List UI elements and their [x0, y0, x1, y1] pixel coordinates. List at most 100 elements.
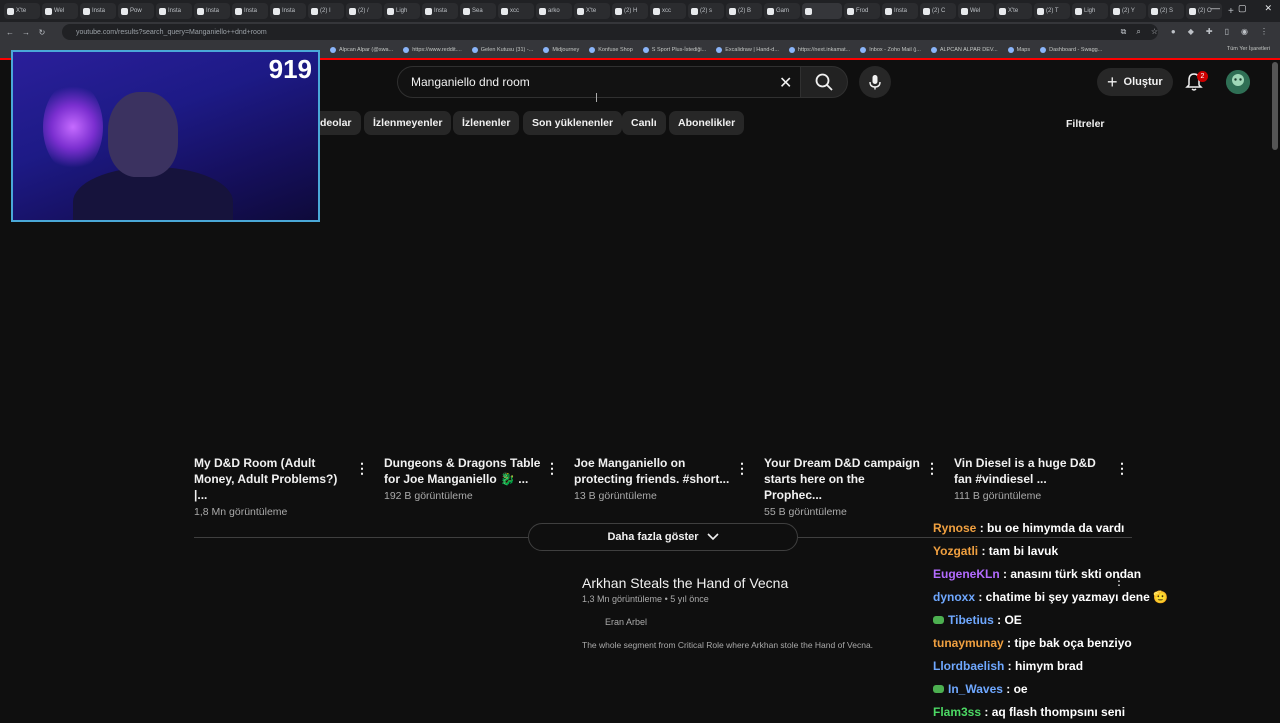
bookmark-star-icon[interactable]: ☆: [1151, 27, 1158, 37]
bookmark-label: Konfuse Shop: [598, 47, 633, 53]
more-actions-icon[interactable]: ⋮: [545, 460, 559, 477]
browser-tab[interactable]: Insta: [156, 3, 192, 19]
browser-tab[interactable]: Insta: [270, 3, 306, 19]
browser-tab[interactable]: X'te: [996, 3, 1032, 19]
browser-tab[interactable]: Insta: [882, 3, 918, 19]
short-title: Vin Diesel is a huge D&D fan #vindiesel …: [954, 456, 1096, 486]
reload-icon[interactable]: ↻: [36, 28, 48, 37]
browser-tab[interactable]: Gam: [764, 3, 800, 19]
browser-tab[interactable]: (2) S: [1148, 3, 1184, 19]
tab-favicon-icon: [349, 7, 356, 15]
bookmark-item[interactable]: Maps: [1007, 47, 1030, 53]
browser-tab[interactable]: (2) B: [726, 3, 762, 19]
browser-tab[interactable]: Insta: [422, 3, 458, 19]
browser-tab[interactable]: Insta: [232, 3, 268, 19]
browser-tab[interactable]: Wel: [958, 3, 994, 19]
browser-tab[interactable]: xcc: [650, 3, 686, 19]
bookmark-favicon-icon: [642, 47, 649, 53]
avatar[interactable]: [1226, 70, 1250, 94]
menu-icon[interactable]: ⋮: [1260, 27, 1268, 36]
browser-tab[interactable]: Pow: [118, 3, 154, 19]
channel-name[interactable]: Eran Arbel: [605, 617, 647, 627]
bookmark-item[interactable]: https://next.inkamat...: [788, 47, 850, 53]
install-icon[interactable]: ⧉: [1121, 27, 1127, 37]
chip-unwatched[interactable]: İzlenmeyenler: [364, 111, 452, 135]
browser-tab[interactable]: X'te: [4, 3, 40, 19]
browser-tab[interactable]: Sea: [460, 3, 496, 19]
sidepanel-icon[interactable]: ▯: [1225, 27, 1229, 36]
browser-tab[interactable]: (2) s: [688, 3, 724, 19]
browser-tab[interactable]: (2) C: [920, 3, 956, 19]
more-actions-icon[interactable]: ⋮: [1115, 460, 1129, 477]
zoom-icon[interactable]: ⌕: [1136, 27, 1140, 37]
more-actions-icon[interactable]: ⋮: [355, 460, 369, 477]
browser-tab[interactable]: Wel: [42, 3, 78, 19]
bookmark-item[interactable]: Konfuse Shop: [589, 47, 633, 53]
browser-tab[interactable]: arko: [536, 3, 572, 19]
forward-icon[interactable]: →: [20, 28, 32, 37]
search-input[interactable]: Manganiello dnd room: [397, 66, 801, 98]
tab-favicon-icon: [999, 7, 1006, 15]
close-window-icon[interactable]: ✕: [1264, 3, 1272, 14]
bookmark-item[interactable]: ALPCAN ALPAR DEV...: [930, 47, 998, 53]
short-item[interactable]: Your Dream D&D campaign starts here on t…: [764, 455, 924, 518]
short-item[interactable]: My D&D Room (Adult Money, Adult Problems…: [194, 455, 354, 518]
search-button[interactable]: [800, 66, 848, 98]
bookmark-item[interactable]: S Sport Plus-İstediği...: [642, 47, 706, 53]
back-icon[interactable]: ←: [4, 28, 16, 37]
more-actions-icon[interactable]: ⋮: [925, 460, 939, 477]
bookmark-label: Gelen Kutusu (31) -...: [480, 47, 534, 53]
short-title: Joe Manganiello on protecting friends. #…: [574, 456, 730, 486]
puzzle-icon[interactable]: ✚: [1206, 27, 1213, 36]
clear-search-icon[interactable]: ✕: [779, 73, 792, 93]
browser-tab[interactable]: X'te: [574, 3, 610, 19]
browser-tab[interactable]: Insta: [80, 3, 116, 19]
browser-tab[interactable]: Ligh: [384, 3, 420, 19]
bookmark-item[interactable]: Alpcan Alpar (@swa...: [330, 47, 393, 53]
show-more-button[interactable]: Daha fazla göster: [528, 523, 798, 551]
chip-recently-uploaded[interactable]: Son yüklenenler: [523, 111, 623, 135]
mouse-cursor-icon: [596, 93, 597, 102]
video-title[interactable]: Arkhan Steals the Hand of Vecna: [582, 575, 788, 591]
browser-tab[interactable]: xcc: [498, 3, 534, 19]
minimize-icon[interactable]: —: [1211, 3, 1220, 14]
chip-live[interactable]: Canlı: [622, 111, 666, 135]
profile-icon[interactable]: ◉: [1241, 27, 1248, 36]
extension-icon[interactable]: ●: [1171, 27, 1176, 36]
browser-tab[interactable]: (2) T: [1034, 3, 1070, 19]
video-meta: 1,3 Mn görüntüleme • 5 yıl önce: [582, 594, 709, 604]
browser-tab[interactable]: (2) I: [308, 3, 344, 19]
more-actions-icon[interactable]: ⋮: [735, 460, 749, 477]
bookmark-item[interactable]: Inbox - Zoho Mail (j...: [860, 47, 921, 53]
chip-subscriptions[interactable]: Abonelikler: [669, 111, 745, 135]
maximize-icon[interactable]: ▢: [1238, 3, 1247, 14]
voice-search-button[interactable]: [859, 66, 891, 98]
short-item[interactable]: Joe Manganiello on protecting friends. #…: [574, 455, 734, 502]
filters-button[interactable]: Filtreler: [1066, 118, 1105, 130]
browser-tab[interactable]: (2) H: [612, 3, 648, 19]
browser-tab[interactable]: Frod: [844, 3, 880, 19]
all-bookmarks[interactable]: Tüm Yer İşaretleri: [1227, 46, 1270, 52]
short-item[interactable]: Dungeons & Dragons Table for Joe Mangani…: [384, 455, 544, 502]
bookmark-item[interactable]: Gelen Kutusu (31) -...: [471, 47, 534, 53]
browser-tab[interactable]: Ligh: [1072, 3, 1108, 19]
bookmark-item[interactable]: Dashboard - Swagg...: [1040, 47, 1102, 53]
short-item[interactable]: Vin Diesel is a huge D&D fan #vindiesel …: [954, 455, 1114, 502]
chat-text: : bu oe himymda da vardı: [976, 520, 1125, 535]
create-button[interactable]: + Oluştur: [1097, 68, 1173, 96]
tab-label: arko: [548, 8, 560, 14]
url-input[interactable]: youtube.com/results?search_query=Mangani…: [62, 24, 1158, 40]
browser-tab[interactable]: [802, 3, 842, 19]
bookmark-item[interactable]: Midjourney: [543, 47, 579, 53]
browser-tab[interactable]: Insta: [194, 3, 230, 19]
tab-favicon-icon: [539, 7, 546, 15]
chip-watched[interactable]: İzlenenler: [453, 111, 520, 135]
bookmark-item[interactable]: Excalidraw | Hand-d...: [716, 47, 779, 53]
page-scrollbar[interactable]: [1272, 62, 1278, 150]
chat-username: Flam3ss: [933, 704, 982, 719]
extension-icon[interactable]: ◆: [1188, 27, 1194, 36]
tab-label: Insta: [244, 8, 258, 14]
bookmark-item[interactable]: https://www.reddit....: [403, 47, 462, 53]
browser-tab[interactable]: (2) /: [346, 3, 382, 19]
browser-tab[interactable]: (2) Y: [1110, 3, 1146, 19]
